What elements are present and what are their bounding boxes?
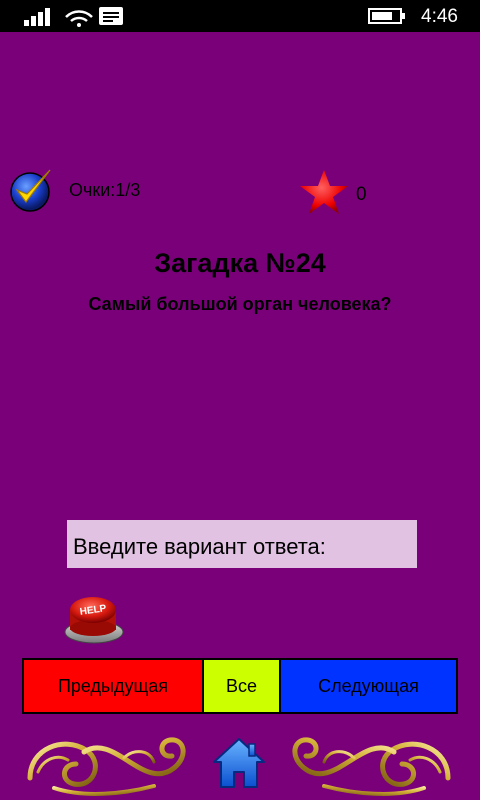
- clock: 4:46: [421, 6, 458, 27]
- all-button[interactable]: Все: [204, 660, 281, 712]
- ornament-right-icon: [292, 737, 451, 796]
- next-button[interactable]: Следующая: [281, 660, 456, 712]
- check-icon: [10, 169, 51, 212]
- riddle-screen: 4:46 Очки:1/3 0 Загадка №24 Самый большо…: [0, 0, 480, 800]
- riddle-title: Загадка №24: [154, 248, 326, 278]
- status-bar: 4:46: [0, 0, 480, 32]
- star-count: 0: [356, 184, 367, 205]
- message-icon: [99, 7, 123, 25]
- ornament-left-icon: [27, 737, 186, 796]
- wifi-icon: [65, 10, 93, 27]
- nav-buttons: Предыдущая Все Следующая: [22, 658, 458, 714]
- riddle-question: Самый большой орган человека?: [88, 294, 392, 314]
- score-label: Очки:1/3: [69, 180, 141, 200]
- battery-icon: [368, 8, 405, 24]
- home-button[interactable]: [211, 736, 267, 790]
- previous-button[interactable]: Предыдущая: [24, 660, 204, 712]
- star-icon: [300, 170, 348, 214]
- answer-input[interactable]: [67, 520, 417, 568]
- help-button[interactable]: HELP: [60, 588, 126, 646]
- signal-icon: [24, 8, 50, 26]
